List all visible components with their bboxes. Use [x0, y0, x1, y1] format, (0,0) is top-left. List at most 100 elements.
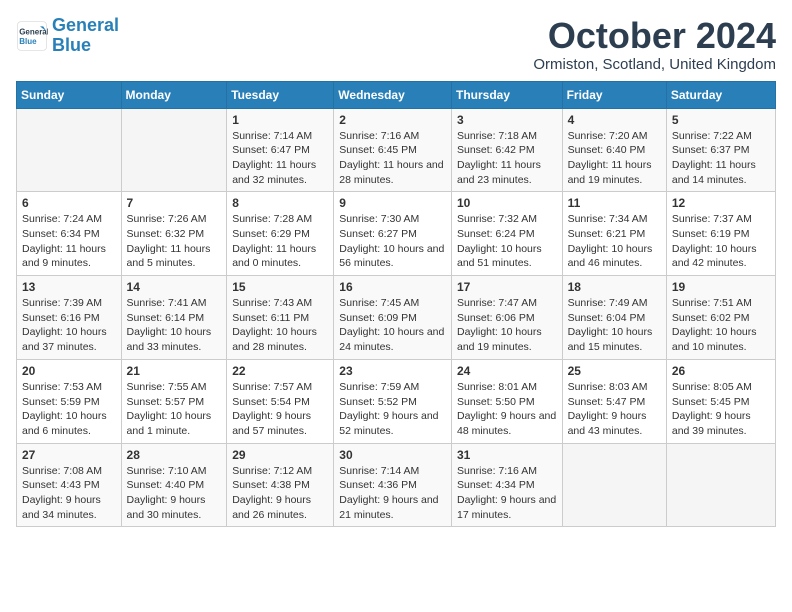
week-row-4: 20Sunrise: 7:53 AM Sunset: 5:59 PM Dayli… [17, 359, 776, 443]
day-number: 27 [22, 448, 116, 462]
day-cell: 15 Sunrise: 7:43 AM Sunset: 6:11 PM Dayli… [227, 276, 334, 360]
month-title: October 2024 [533, 16, 776, 56]
calendar-table: SundayMondayTuesdayWednesdayThursdayFrid… [16, 81, 776, 528]
day-number: 30 [339, 448, 446, 462]
column-header-wednesday: Wednesday [334, 81, 452, 108]
day-cell: 17 Sunrise: 7:47 AM Sunset: 6:06 PM Dayli… [451, 276, 562, 360]
day-number: 17 [457, 280, 557, 294]
day-cell: 25Sunrise: 8:03 AM Sunset: 5:47 PM Dayli… [562, 359, 666, 443]
day-number: 1 [232, 113, 328, 127]
day-cell: 10 Sunrise: 7:32 AM Sunset: 6:24 PM Dayli… [451, 192, 562, 276]
day-info: Sunrise: 7:08 AM Sunset: 4:43 PM Dayligh… [22, 464, 116, 523]
column-header-thursday: Thursday [451, 81, 562, 108]
day-number: 26 [672, 364, 770, 378]
day-number: 3 [457, 113, 557, 127]
day-number: 10 [457, 196, 557, 210]
day-cell [121, 108, 227, 192]
week-row-3: 13Sunrise: 7:39 AM Sunset: 6:16 PM Dayli… [17, 276, 776, 360]
day-info: Sunrise: 7:43 AM Sunset: 6:11 PM Dayligh… [232, 296, 328, 355]
day-cell: 13Sunrise: 7:39 AM Sunset: 6:16 PM Dayli… [17, 276, 122, 360]
day-number: 8 [232, 196, 328, 210]
day-cell [17, 108, 122, 192]
column-header-sunday: Sunday [17, 81, 122, 108]
svg-text:Blue: Blue [19, 37, 37, 46]
day-cell: 16Sunrise: 7:45 AM Sunset: 6:09 PM Dayli… [334, 276, 452, 360]
day-info: Sunrise: 7:30 AM Sunset: 6:27 PM Dayligh… [339, 212, 446, 271]
day-info: Sunrise: 7:16 AM Sunset: 4:34 PM Dayligh… [457, 464, 557, 523]
day-cell: 1 Sunrise: 7:14 AM Sunset: 6:47 PM Daylig… [227, 108, 334, 192]
day-number: 19 [672, 280, 770, 294]
day-cell: 5Sunrise: 7:22 AM Sunset: 6:37 PM Daylig… [666, 108, 775, 192]
day-info: Sunrise: 7:12 AM Sunset: 4:38 PM Dayligh… [232, 464, 328, 523]
day-info: Sunrise: 7:41 AM Sunset: 6:14 PM Dayligh… [127, 296, 222, 355]
day-number: 13 [22, 280, 116, 294]
column-header-friday: Friday [562, 81, 666, 108]
day-cell [666, 443, 775, 527]
day-number: 4 [568, 113, 661, 127]
day-number: 20 [22, 364, 116, 378]
day-cell: 29 Sunrise: 7:12 AM Sunset: 4:38 PM Dayli… [227, 443, 334, 527]
day-cell: 4Sunrise: 7:20 AM Sunset: 6:40 PM Daylig… [562, 108, 666, 192]
day-number: 14 [127, 280, 222, 294]
day-info: Sunrise: 7:18 AM Sunset: 6:42 PM Dayligh… [457, 129, 557, 188]
day-number: 7 [127, 196, 222, 210]
day-info: Sunrise: 7:57 AM Sunset: 5:54 PM Dayligh… [232, 380, 328, 439]
day-number: 21 [127, 364, 222, 378]
day-number: 15 [232, 280, 328, 294]
logo-icon: General Blue [16, 20, 48, 52]
column-header-tuesday: Tuesday [227, 81, 334, 108]
day-number: 18 [568, 280, 661, 294]
day-cell: 30 Sunrise: 7:14 AM Sunset: 4:36 PM Dayli… [334, 443, 452, 527]
day-info: Sunrise: 7:45 AM Sunset: 6:09 PM Dayligh… [339, 296, 446, 355]
day-info: Sunrise: 7:26 AM Sunset: 6:32 PM Dayligh… [127, 212, 222, 271]
day-cell: 31 Sunrise: 7:16 AM Sunset: 4:34 PM Dayli… [451, 443, 562, 527]
day-info: Sunrise: 7:47 AM Sunset: 6:06 PM Dayligh… [457, 296, 557, 355]
day-cell: 20Sunrise: 7:53 AM Sunset: 5:59 PM Dayli… [17, 359, 122, 443]
day-cell: 12Sunrise: 7:37 AM Sunset: 6:19 PM Dayli… [666, 192, 775, 276]
day-info: Sunrise: 8:01 AM Sunset: 5:50 PM Dayligh… [457, 380, 557, 439]
day-number: 11 [568, 196, 661, 210]
day-cell: 9Sunrise: 7:30 AM Sunset: 6:27 PM Daylig… [334, 192, 452, 276]
week-row-2: 6 Sunrise: 7:24 AM Sunset: 6:34 PM Daylig… [17, 192, 776, 276]
column-header-monday: Monday [121, 81, 227, 108]
day-number: 31 [457, 448, 557, 462]
day-cell: 23Sunrise: 7:59 AM Sunset: 5:52 PM Dayli… [334, 359, 452, 443]
day-cell: 19 Sunrise: 7:51 AM Sunset: 6:02 PM Dayli… [666, 276, 775, 360]
week-row-1: 1 Sunrise: 7:14 AM Sunset: 6:47 PM Daylig… [17, 108, 776, 192]
day-info: Sunrise: 7:51 AM Sunset: 6:02 PM Dayligh… [672, 296, 770, 355]
logo-text: GeneralBlue [52, 16, 119, 56]
day-cell: 27 Sunrise: 7:08 AM Sunset: 4:43 PM Dayli… [17, 443, 122, 527]
day-info: Sunrise: 8:05 AM Sunset: 5:45 PM Dayligh… [672, 380, 770, 439]
day-cell: 3 Sunrise: 7:18 AM Sunset: 6:42 PM Daylig… [451, 108, 562, 192]
day-info: Sunrise: 7:34 AM Sunset: 6:21 PM Dayligh… [568, 212, 661, 271]
day-number: 6 [22, 196, 116, 210]
day-cell: 11 Sunrise: 7:34 AM Sunset: 6:21 PM Dayli… [562, 192, 666, 276]
day-info: Sunrise: 7:14 AM Sunset: 4:36 PM Dayligh… [339, 464, 446, 523]
day-info: Sunrise: 7:32 AM Sunset: 6:24 PM Dayligh… [457, 212, 557, 271]
calendar-header-row: SundayMondayTuesdayWednesdayThursdayFrid… [17, 81, 776, 108]
day-number: 28 [127, 448, 222, 462]
day-number: 24 [457, 364, 557, 378]
location: Ormiston, Scotland, United Kingdom [533, 56, 776, 73]
day-info: Sunrise: 7:16 AM Sunset: 6:45 PM Dayligh… [339, 129, 446, 188]
day-number: 5 [672, 113, 770, 127]
day-number: 29 [232, 448, 328, 462]
day-info: Sunrise: 7:14 AM Sunset: 6:47 PM Dayligh… [232, 129, 328, 188]
day-cell: 24 Sunrise: 8:01 AM Sunset: 5:50 PM Dayli… [451, 359, 562, 443]
day-cell: 21 Sunrise: 7:55 AM Sunset: 5:57 PM Dayli… [121, 359, 227, 443]
day-info: Sunrise: 7:24 AM Sunset: 6:34 PM Dayligh… [22, 212, 116, 271]
day-number: 2 [339, 113, 446, 127]
day-cell: 2 Sunrise: 7:16 AM Sunset: 6:45 PM Daylig… [334, 108, 452, 192]
day-cell: 7 Sunrise: 7:26 AM Sunset: 6:32 PM Daylig… [121, 192, 227, 276]
day-info: Sunrise: 7:10 AM Sunset: 4:40 PM Dayligh… [127, 464, 222, 523]
day-cell: 18 Sunrise: 7:49 AM Sunset: 6:04 PM Dayli… [562, 276, 666, 360]
week-row-5: 27 Sunrise: 7:08 AM Sunset: 4:43 PM Dayli… [17, 443, 776, 527]
day-info: Sunrise: 7:59 AM Sunset: 5:52 PM Dayligh… [339, 380, 446, 439]
day-cell: 28 Sunrise: 7:10 AM Sunset: 4:40 PM Dayli… [121, 443, 227, 527]
day-info: Sunrise: 7:55 AM Sunset: 5:57 PM Dayligh… [127, 380, 222, 439]
day-cell: 26 Sunrise: 8:05 AM Sunset: 5:45 PM Dayli… [666, 359, 775, 443]
day-cell: 6 Sunrise: 7:24 AM Sunset: 6:34 PM Daylig… [17, 192, 122, 276]
day-cell: 14 Sunrise: 7:41 AM Sunset: 6:14 PM Dayli… [121, 276, 227, 360]
day-number: 25 [568, 364, 661, 378]
day-info: Sunrise: 7:49 AM Sunset: 6:04 PM Dayligh… [568, 296, 661, 355]
